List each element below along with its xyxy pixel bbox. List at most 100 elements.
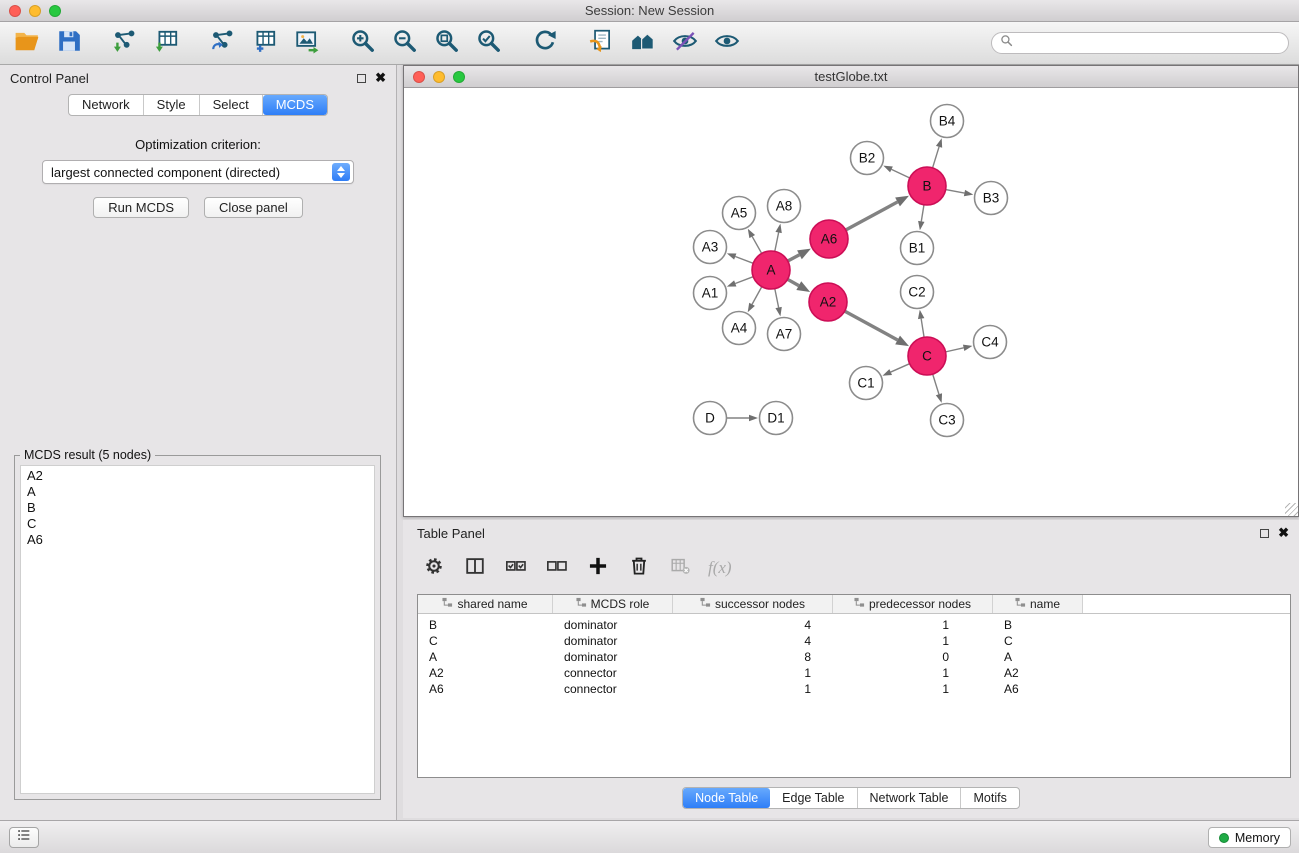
mcds-result-list[interactable]: A2ABCA6 — [20, 465, 375, 794]
graph-edge-A-A1[interactable] — [727, 277, 753, 287]
graph-edge-A-A5[interactable] — [748, 229, 762, 254]
graph-node-A4[interactable]: A4 — [723, 312, 756, 345]
graph-edge-A-A6[interactable] — [788, 249, 811, 261]
graph-edge-B-B4[interactable] — [933, 138, 943, 168]
graph-node-C1[interactable]: C1 — [850, 367, 883, 400]
first-neighbors-button[interactable] — [586, 29, 615, 58]
new-network-button[interactable] — [208, 29, 237, 58]
close-panel-icon[interactable]: ✖ — [375, 73, 386, 83]
resize-grip[interactable] — [1285, 503, 1298, 516]
minimize-window-button[interactable] — [29, 5, 41, 17]
graph-edge-D-D1[interactable] — [727, 415, 759, 422]
tab-edge-table[interactable]: Edge Table — [770, 788, 857, 808]
column-header-mcds-role[interactable]: MCDS role — [553, 595, 673, 613]
column-header-name[interactable]: name — [993, 595, 1083, 613]
graph-node-D1[interactable]: D1 — [760, 402, 793, 435]
cell-mcds-role[interactable]: dominator — [553, 618, 673, 632]
network-graph[interactable]: AA6A2BCA1A3A4A5A7A8B1B2B3B4C1C2C3C4DD1 — [404, 89, 1298, 516]
cell-predecessor-nodes[interactable]: 1 — [833, 634, 993, 648]
tab-motifs[interactable]: Motifs — [961, 788, 1018, 808]
cell-successor-nodes[interactable]: 4 — [673, 634, 833, 648]
graph-node-A1[interactable]: A1 — [694, 277, 727, 310]
graph-node-A8[interactable]: A8 — [768, 190, 801, 223]
cell-predecessor-nodes[interactable]: 0 — [833, 650, 993, 664]
cell-predecessor-nodes[interactable]: 1 — [833, 666, 993, 680]
cell-shared-name[interactable]: B — [418, 618, 553, 632]
cell-successor-nodes[interactable]: 1 — [673, 682, 833, 696]
column-settings-button[interactable] — [421, 555, 447, 581]
cell-successor-nodes[interactable]: 4 — [673, 618, 833, 632]
graph-node-C[interactable]: C — [908, 337, 946, 375]
cell-name[interactable]: B — [993, 618, 1083, 632]
zoom-in-button[interactable] — [348, 29, 377, 58]
tab-mcds[interactable]: MCDS — [263, 95, 327, 115]
graph-node-C3[interactable]: C3 — [931, 404, 964, 437]
show-graphics-details-button[interactable] — [712, 29, 741, 58]
import-network-file-button[interactable] — [110, 29, 139, 58]
cell-successor-nodes[interactable]: 8 — [673, 650, 833, 664]
import-table-file-button[interactable] — [152, 29, 181, 58]
tab-style[interactable]: Style — [144, 95, 200, 115]
network-close-button[interactable] — [413, 71, 425, 83]
close-window-button[interactable] — [9, 5, 21, 17]
graph-node-D[interactable]: D — [694, 402, 727, 435]
graph-node-B[interactable]: B — [908, 167, 946, 205]
graph-node-C2[interactable]: C2 — [901, 276, 934, 309]
graph-edge-B-B3[interactable] — [946, 190, 974, 197]
table-row[interactable]: A2connector11A2 — [418, 665, 1290, 681]
float-panel-icon[interactable] — [357, 74, 366, 83]
column-header-shared-name[interactable]: shared name — [418, 595, 553, 613]
cell-mcds-role[interactable]: dominator — [553, 650, 673, 664]
search-input[interactable] — [1018, 36, 1280, 51]
cell-shared-name[interactable]: A6 — [418, 682, 553, 696]
cell-predecessor-nodes[interactable]: 1 — [833, 618, 993, 632]
graph-node-A2[interactable]: A2 — [809, 283, 847, 321]
zoom-window-button[interactable] — [49, 5, 61, 17]
graph-edge-A-A2[interactable] — [788, 279, 811, 292]
cell-mcds-role[interactable]: connector — [553, 682, 673, 696]
column-header-successor-nodes[interactable]: successor nodes — [673, 595, 833, 613]
table-row[interactable]: Cdominator41C — [418, 633, 1290, 649]
hide-graphics-details-button[interactable] — [670, 29, 699, 58]
tab-network-table[interactable]: Network Table — [858, 788, 962, 808]
cell-mcds-role[interactable]: connector — [553, 666, 673, 680]
tab-select[interactable]: Select — [200, 95, 263, 115]
graph-edge-A-A3[interactable] — [727, 253, 753, 263]
table-row[interactable]: A6connector11A6 — [418, 681, 1290, 697]
graph-edge-A-A8[interactable] — [775, 224, 782, 252]
graph-node-A5[interactable]: A5 — [723, 197, 756, 230]
zoom-out-button[interactable] — [390, 29, 419, 58]
show-panels-button[interactable] — [9, 827, 39, 848]
table-float-panel-icon[interactable] — [1260, 529, 1269, 538]
table-row[interactable]: Bdominator41B — [418, 617, 1290, 633]
delete-rows-button[interactable] — [626, 555, 652, 581]
mcds-result-item[interactable]: A6 — [21, 532, 374, 548]
network-zoom-button[interactable] — [453, 71, 465, 83]
select-all-rows-button[interactable] — [503, 555, 529, 581]
graph-node-A6[interactable]: A6 — [810, 220, 848, 258]
export-image-button[interactable] — [292, 29, 321, 58]
graph-edge-C-C4[interactable] — [946, 345, 973, 352]
graph-node-A3[interactable]: A3 — [694, 231, 727, 264]
graph-edge-A6-B[interactable] — [846, 196, 909, 230]
run-mcds-button[interactable]: Run MCDS — [93, 197, 189, 218]
cell-successor-nodes[interactable]: 1 — [673, 666, 833, 680]
column-header-predecessor-nodes[interactable]: predecessor nodes — [833, 595, 993, 613]
graph-node-A7[interactable]: A7 — [768, 318, 801, 351]
cell-mcds-role[interactable]: dominator — [553, 634, 673, 648]
graph-edge-B-B1[interactable] — [918, 205, 924, 230]
memory-button[interactable]: Memory — [1208, 827, 1291, 848]
tab-node-table[interactable]: Node Table — [683, 788, 770, 808]
graph-edge-A2-C[interactable] — [845, 311, 909, 346]
deselect-all-rows-button[interactable] — [544, 555, 570, 581]
cell-name[interactable]: C — [993, 634, 1083, 648]
graph-node-B3[interactable]: B3 — [975, 182, 1008, 215]
cell-name[interactable]: A2 — [993, 666, 1083, 680]
mcds-result-item[interactable]: C — [21, 516, 374, 532]
show-columns-button[interactable] — [462, 555, 488, 581]
mcds-result-item[interactable]: A2 — [21, 468, 374, 484]
cell-name[interactable]: A — [993, 650, 1083, 664]
graph-edge-A-A7[interactable] — [775, 289, 782, 317]
cell-predecessor-nodes[interactable]: 1 — [833, 682, 993, 696]
graph-edge-C-C3[interactable] — [933, 374, 942, 403]
